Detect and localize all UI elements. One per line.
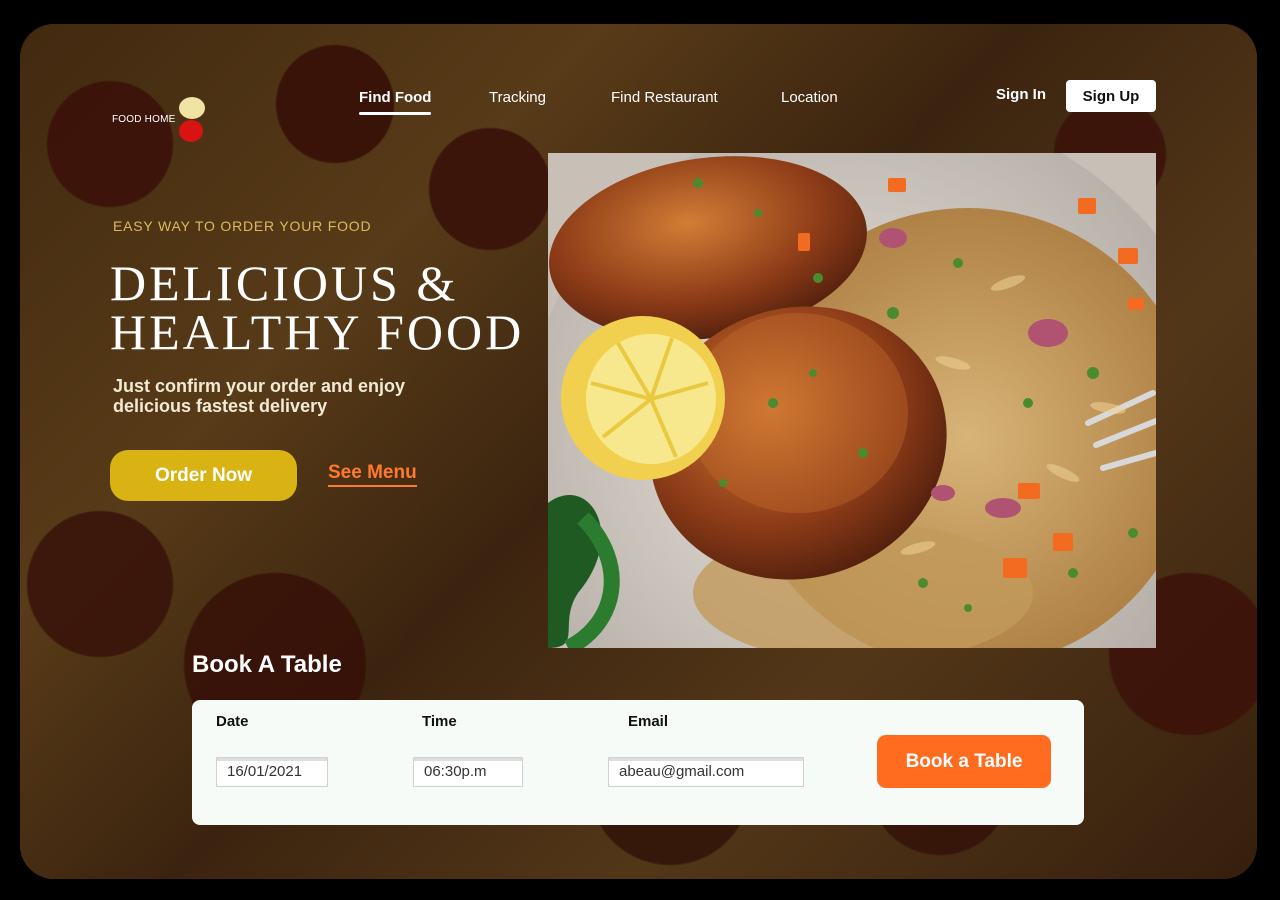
- device-frame: FOOD HOME Find Food Tracking Find Restau…: [0, 0, 1280, 900]
- email-input[interactable]: [608, 757, 804, 787]
- sign-up-button[interactable]: Sign Up: [1066, 80, 1156, 112]
- nav-location[interactable]: Location: [781, 88, 838, 108]
- order-now-button[interactable]: Order Now: [110, 450, 297, 501]
- time-label: Time: [422, 713, 457, 730]
- logo-red-dot-icon: [179, 120, 203, 142]
- see-menu-link[interactable]: See Menu: [328, 462, 417, 487]
- nav-find-food[interactable]: Find Food: [359, 88, 431, 108]
- hero-title: DELICIOUS & HEALTHY FOOD: [110, 255, 550, 360]
- date-input[interactable]: [216, 757, 328, 787]
- nav-tracking[interactable]: Tracking: [489, 88, 546, 108]
- chicken-rice-plate-illustration: [548, 153, 1156, 648]
- hero-food-image: [548, 153, 1156, 648]
- hero-subtitle-line: Just confirm your order and enjoy: [113, 376, 406, 396]
- hero-title-line: HEALTHY FOOD: [110, 304, 525, 360]
- hero-subtitle: Just confirm your order and enjoy delici…: [113, 376, 493, 416]
- time-input[interactable]: [413, 757, 523, 787]
- book-table-heading: Book A Table: [192, 651, 342, 678]
- date-label: Date: [216, 713, 249, 730]
- hero-title-line: DELICIOUS &: [110, 255, 459, 311]
- hero-eyebrow: EASY WAY TO ORDER YOUR FOOD: [113, 218, 372, 234]
- hero-subtitle-line: delicious fastest delivery: [113, 396, 328, 416]
- nav-find-restaurant[interactable]: Find Restaurant: [611, 88, 718, 108]
- sign-in-link[interactable]: Sign In: [996, 86, 1046, 103]
- book-table-button[interactable]: Book a Table: [877, 735, 1051, 788]
- active-nav-indicator: [359, 112, 431, 115]
- landing-page: FOOD HOME Find Food Tracking Find Restau…: [20, 24, 1257, 879]
- email-label: Email: [628, 713, 669, 730]
- booking-form: Date Time Email Book a Table: [192, 700, 1084, 825]
